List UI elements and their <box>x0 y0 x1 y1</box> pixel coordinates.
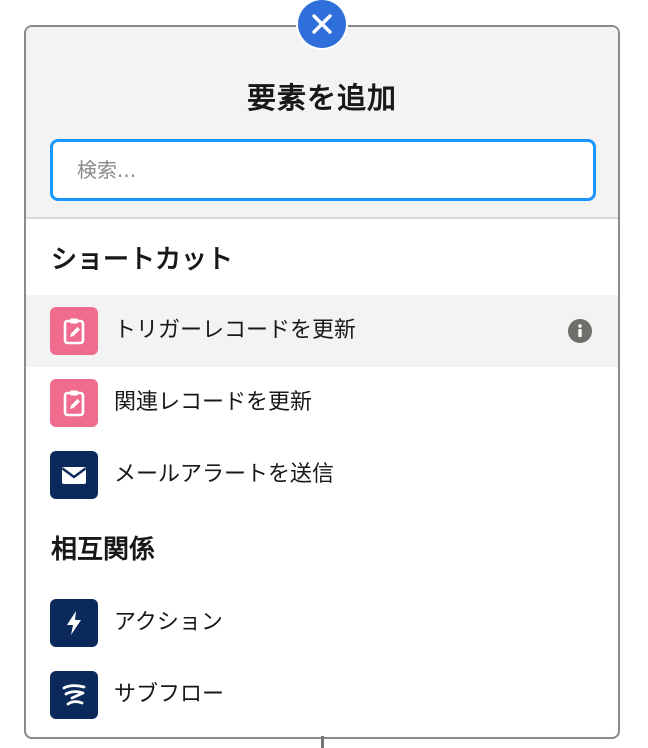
panel-title: 要素を追加 <box>246 81 397 115</box>
lightning-bolt-icon <box>50 599 98 647</box>
list-item-label: トリガーレコードを更新 <box>114 318 357 343</box>
close-button[interactable] <box>298 0 346 48</box>
list-item-label: メールアラートを送信 <box>114 462 335 487</box>
stage: 要素を追加 ショートカット トリガーレコードを更新 <box>0 0 648 748</box>
list-item-subflow[interactable]: サブフロー <box>26 659 618 731</box>
list-item-label: 関連レコードを更新 <box>114 390 313 415</box>
panel-header: 要素を追加 <box>26 27 618 219</box>
record-update-icon <box>50 379 98 427</box>
list-item-update-trigger-record[interactable]: トリガーレコードを更新 <box>26 295 618 367</box>
info-icon[interactable] <box>568 319 592 343</box>
search-input[interactable] <box>50 139 596 201</box>
record-update-icon <box>50 307 98 355</box>
list-item-action[interactable]: アクション <box>26 587 618 659</box>
email-icon <box>50 451 98 499</box>
flow-connector-line <box>321 736 324 748</box>
list-item-update-related-record[interactable]: 関連レコードを更新 <box>26 367 618 439</box>
list-item-send-email-alert[interactable]: メールアラートを送信 <box>26 439 618 511</box>
section-heading-interactions: 相互関係 <box>51 535 156 565</box>
add-element-panel: 要素を追加 ショートカット トリガーレコードを更新 <box>24 25 620 739</box>
list-item-label: アクション <box>114 610 223 635</box>
close-icon <box>312 14 332 34</box>
section-heading-shortcuts: ショートカット <box>51 245 234 275</box>
subflow-icon <box>50 671 98 719</box>
list-item-label: サブフロー <box>114 682 225 707</box>
